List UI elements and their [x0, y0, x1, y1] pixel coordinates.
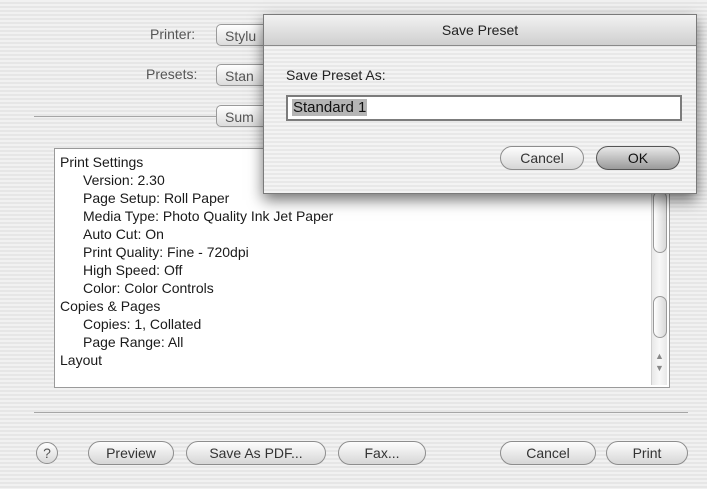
save-preset-sheet: Save Preset Save Preset As: Standard 1 C…: [263, 14, 697, 194]
summary-group-row: Layout: [60, 352, 103, 368]
summary-detail-row: High Speed: Off: [83, 262, 183, 278]
save-as-pdf-button[interactable]: Save As PDF...: [186, 441, 326, 465]
cancel-button[interactable]: Cancel: [500, 441, 596, 465]
scroll-down-arrow-icon[interactable]: ▼: [655, 363, 664, 373]
divider-bottom: [34, 412, 688, 413]
print-button[interactable]: Print: [606, 441, 688, 465]
summary-detail-row: Version: 2.30: [83, 172, 165, 188]
help-button[interactable]: ?: [36, 442, 58, 464]
summary-detail-row: Auto Cut: On: [83, 226, 164, 242]
summary-detail-row: Page Setup: Roll Paper: [83, 190, 230, 206]
scroll-thumb[interactable]: [653, 296, 667, 338]
printer-label: Printer:: [150, 26, 196, 42]
scroll-up-arrow-icon[interactable]: ▲: [655, 351, 664, 361]
preview-button[interactable]: Preview: [88, 441, 174, 465]
sheet-title: Save Preset: [264, 15, 696, 46]
save-preset-as-label: Save Preset As:: [286, 67, 386, 83]
summary-detail-row: Copies: 1, Collated: [83, 316, 202, 332]
fax-button[interactable]: Fax...: [338, 441, 426, 465]
sheet-cancel-button[interactable]: Cancel: [500, 146, 584, 170]
preset-name-value: Standard 1: [292, 99, 368, 116]
summary-detail-row: Print Quality: Fine - 720dpi: [83, 244, 249, 260]
summary-detail-row: Color: Color Controls: [83, 280, 214, 296]
summary-detail-row: Media Type: Photo Quality Ink Jet Paper: [83, 208, 334, 224]
summary-group-row: Copies & Pages: [60, 298, 161, 314]
summary-group-row: Print Settings: [60, 154, 144, 170]
scroll-track-upper: [653, 191, 667, 253]
preset-name-field[interactable]: Standard 1: [286, 95, 682, 121]
sheet-ok-button[interactable]: OK: [596, 146, 680, 170]
summary-detail-row: Page Range: All: [83, 334, 184, 350]
divider-left: [34, 116, 216, 117]
presets-label: Presets:: [146, 66, 198, 82]
